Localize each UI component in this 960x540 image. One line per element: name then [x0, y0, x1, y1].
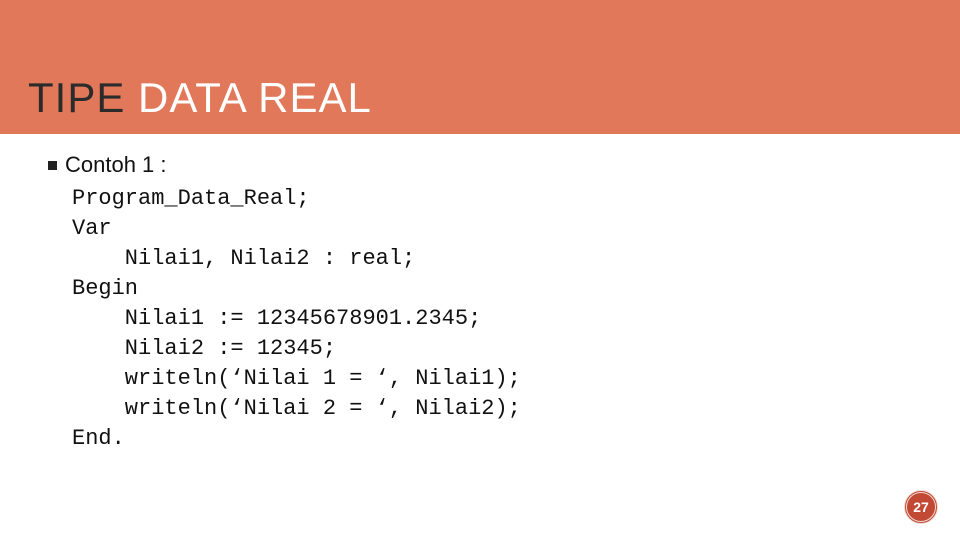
- code-line-1: Program_Data_Real;: [72, 186, 310, 211]
- slide-title: TIPE DATA REAL: [28, 74, 372, 122]
- content-area: Contoh 1 : Program_Data_Real; Var Nilai1…: [48, 152, 918, 454]
- title-accent: TIPE: [28, 74, 138, 121]
- bullet-square-icon: [48, 161, 57, 170]
- title-band: TIPE DATA REAL: [0, 0, 960, 134]
- code-line-8: writeln(‘Nilai 2 = ‘, Nilai2);: [72, 396, 521, 421]
- code-line-3: Nilai1, Nilai2 : real;: [72, 246, 415, 271]
- code-line-6: Nilai2 := 12345;: [72, 336, 336, 361]
- code-line-9: End.: [72, 426, 125, 451]
- code-line-5: Nilai1 := 12345678901.2345;: [72, 306, 481, 331]
- slide: TIPE DATA REAL Contoh 1 : Program_Data_R…: [0, 0, 960, 540]
- code-line-4: Begin: [72, 276, 138, 301]
- code-line-2: Var: [72, 216, 112, 241]
- bullet-label: Contoh 1 :: [65, 152, 167, 177]
- page-number-badge: 27: [904, 490, 938, 524]
- page-number: 27: [913, 499, 929, 515]
- code-line-7: writeln(‘Nilai 1 = ‘, Nilai1);: [72, 366, 521, 391]
- title-main: DATA REAL: [138, 74, 372, 121]
- code-block: Program_Data_Real; Var Nilai1, Nilai2 : …: [72, 184, 918, 454]
- bullet-line: Contoh 1 :: [48, 152, 918, 178]
